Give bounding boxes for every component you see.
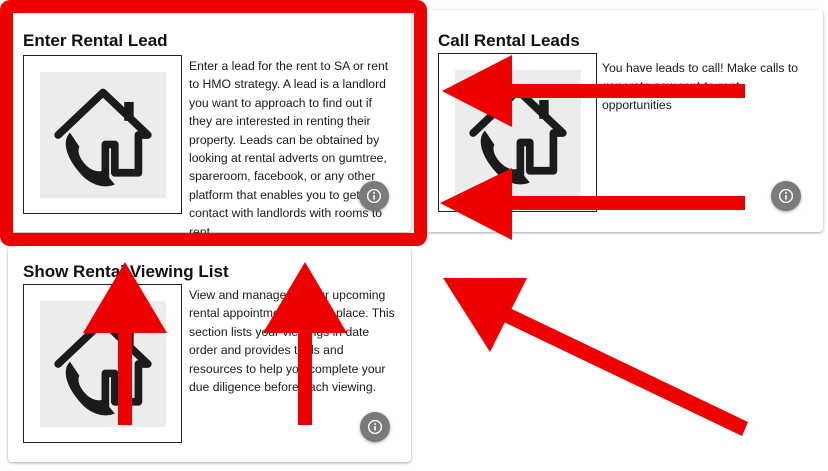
card-title: Call Rental Leads bbox=[438, 31, 580, 50]
info-button[interactable] bbox=[771, 181, 801, 211]
card-title: Enter Rental Lead bbox=[23, 31, 168, 50]
card-thumbnail[interactable] bbox=[23, 55, 182, 214]
arrow-diagonal-shaft bbox=[487, 300, 748, 436]
card-thumbnail[interactable] bbox=[438, 53, 597, 212]
arrow-diagonal-head bbox=[443, 278, 527, 352]
card-call-rental-leads[interactable]: Call Rental Leads You have leads to call… bbox=[424, 10, 823, 232]
card-thumbnail[interactable] bbox=[23, 284, 182, 443]
info-icon bbox=[779, 189, 793, 203]
house-phone-icon bbox=[468, 86, 567, 184]
card-description: View and manage all your upcoming rental… bbox=[189, 288, 395, 395]
card-description: Enter a lead for the rent to SA or rent … bbox=[189, 59, 389, 239]
info-icon bbox=[367, 189, 381, 203]
card-enter-rental-lead[interactable]: Enter Rental Lead Enter a lead for the r… bbox=[8, 10, 411, 239]
card-description: You have leads to call! Make calls to ge… bbox=[602, 61, 799, 112]
card-title: Show Rental Viewing List bbox=[23, 262, 229, 281]
info-button[interactable] bbox=[360, 412, 390, 442]
house-phone-icon bbox=[53, 317, 152, 415]
info-button[interactable] bbox=[359, 181, 389, 211]
info-icon bbox=[368, 420, 382, 434]
house-phone-icon bbox=[53, 88, 152, 186]
card-show-rental-viewing-list[interactable]: Show Rental Viewing List View and manage… bbox=[8, 246, 411, 462]
